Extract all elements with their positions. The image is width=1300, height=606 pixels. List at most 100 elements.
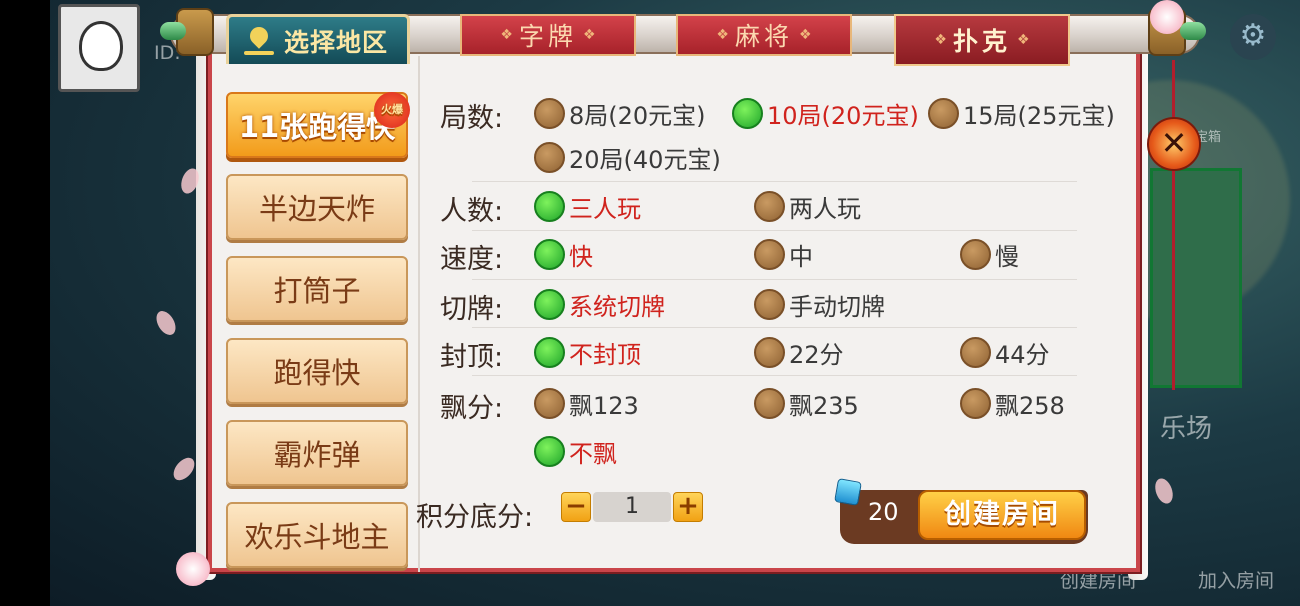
option-text: 8局(20元宝)	[569, 102, 706, 130]
tab-ornament-icon: ❖	[500, 27, 513, 43]
location-pin-icon	[243, 27, 274, 55]
game-huanle-doudizhu[interactable]: 欢乐斗地主	[226, 502, 408, 568]
option-text: 22分	[789, 341, 844, 369]
radio-checked-icon	[534, 289, 565, 320]
background-hall-card	[1150, 168, 1242, 388]
lantern-string	[1172, 60, 1175, 390]
hot-badge: 火爆	[374, 92, 410, 128]
tab-zipai[interactable]: ❖ 字牌 ❖	[460, 14, 636, 56]
option-text: 系统切牌	[569, 293, 665, 321]
radio-unchecked-icon	[754, 289, 785, 320]
player-avatar[interactable]	[58, 4, 140, 92]
option-text: 三人玩	[569, 195, 641, 223]
radio-unchecked-icon	[960, 239, 991, 270]
game-paodekuai[interactable]: 跑得快	[226, 338, 408, 404]
game-banbiantianzha[interactable]: 半边天炸	[226, 174, 408, 240]
jade-ornament-right	[1180, 22, 1206, 40]
option-text: 15局(25元宝)	[963, 102, 1115, 130]
game-label: 11张跑得快	[238, 110, 396, 144]
close-button[interactable]: ✕	[1147, 117, 1201, 171]
radio-unchecked-icon	[754, 388, 785, 419]
score-minus-button[interactable]: −	[561, 492, 591, 522]
game-bazhadan[interactable]: 霸炸弹	[226, 420, 408, 486]
float-option-235[interactable]: 飘235	[754, 386, 859, 421]
speed-label: 速度:	[440, 244, 504, 275]
option-text: 不封顶	[569, 341, 641, 369]
jade-ornament-left	[160, 22, 186, 40]
tab-ornament-icon: ❖	[934, 32, 947, 48]
cap-option-22[interactable]: 22分	[754, 335, 844, 370]
score-plus-button[interactable]: +	[673, 492, 703, 522]
tab-majiang-label: 麻将	[734, 22, 793, 51]
game-label: 霸炸弹	[273, 438, 361, 472]
radio-checked-icon	[534, 436, 565, 467]
option-text: 飘123	[569, 392, 639, 420]
radio-unchecked-icon	[754, 239, 785, 270]
radio-unchecked-icon	[960, 337, 991, 368]
cut-option-system[interactable]: 系统切牌	[534, 287, 665, 322]
option-text: 慢	[995, 243, 1019, 271]
float-option-none[interactable]: 不飘	[534, 434, 617, 469]
base-score-label: 积分底分:	[416, 502, 534, 533]
rounds-option-20[interactable]: 20局(40元宝)	[534, 140, 721, 175]
room-card-gem-icon	[834, 478, 862, 506]
option-text: 44分	[995, 341, 1050, 369]
create-room-button[interactable]: 创建房间	[918, 490, 1086, 540]
radio-unchecked-icon	[754, 191, 785, 222]
tab-puke[interactable]: ❖ 扑克 ❖	[894, 14, 1070, 66]
option-text: 20局(40元宝)	[569, 146, 721, 174]
option-text: 10局(20元宝)	[767, 102, 919, 130]
rounds-option-15[interactable]: 15局(25元宝)	[928, 96, 1115, 131]
float-option-258[interactable]: 飘258	[960, 386, 1065, 421]
tab-majiang[interactable]: ❖ 麻将 ❖	[676, 14, 852, 56]
game-11-paodekuai[interactable]: 11张跑得快 火爆	[226, 92, 410, 158]
select-region-button[interactable]: 选择地区	[226, 14, 410, 64]
game-datongzi[interactable]: 打筒子	[226, 256, 408, 322]
radio-checked-icon	[534, 191, 565, 222]
speed-option-fast[interactable]: 快	[534, 237, 593, 272]
radio-checked-icon	[534, 337, 565, 368]
radio-unchecked-icon	[928, 98, 959, 129]
score-value-field[interactable]: 1	[593, 492, 671, 522]
cap-option-none[interactable]: 不封顶	[534, 335, 641, 370]
speed-option-slow[interactable]: 慢	[960, 237, 1019, 272]
option-text: 快	[569, 243, 593, 271]
option-text: 飘258	[995, 392, 1065, 420]
radio-checked-icon	[534, 239, 565, 270]
game-label: 跑得快	[273, 356, 361, 390]
rounds-option-10[interactable]: 10局(20元宝)	[732, 96, 919, 131]
radio-unchecked-icon	[534, 98, 565, 129]
rounds-option-8[interactable]: 8局(20元宝)	[534, 96, 706, 131]
radio-unchecked-icon	[754, 337, 785, 368]
tab-ornament-icon: ❖	[716, 27, 729, 43]
float-label: 飘分:	[440, 393, 504, 424]
players-option-two[interactable]: 两人玩	[754, 189, 861, 224]
float-option-123[interactable]: 飘123	[534, 386, 639, 421]
rounds-label: 局数:	[440, 103, 504, 134]
row-divider	[472, 181, 1077, 182]
radio-unchecked-icon	[534, 142, 565, 173]
row-divider	[472, 327, 1077, 328]
radio-unchecked-icon	[960, 388, 991, 419]
cherry-blossom-icon	[1150, 0, 1184, 34]
radio-checked-icon	[732, 98, 763, 129]
cherry-blossom-icon	[176, 552, 210, 586]
tab-ornament-icon: ❖	[583, 27, 596, 43]
cap-option-44[interactable]: 44分	[960, 335, 1050, 370]
speed-option-medium[interactable]: 中	[754, 237, 813, 272]
game-label: 打筒子	[273, 274, 361, 308]
game-label: 欢乐斗地主	[244, 520, 390, 554]
tab-zipai-label: 字牌	[518, 22, 577, 51]
option-text: 飘235	[789, 392, 859, 420]
game-label: 半边天炸	[258, 192, 375, 226]
avatar-head	[79, 21, 123, 71]
players-option-three[interactable]: 三人玩	[534, 189, 641, 224]
tab-ornament-icon: ❖	[1017, 32, 1030, 48]
cut-option-manual[interactable]: 手动切牌	[754, 287, 885, 322]
players-label: 人数:	[440, 196, 504, 227]
radio-unchecked-icon	[534, 388, 565, 419]
settings-gear-icon[interactable]: ⚙	[1230, 14, 1276, 60]
select-region-label: 选择地区	[283, 27, 388, 57]
option-text: 两人玩	[789, 195, 861, 223]
option-text: 中	[789, 243, 813, 271]
